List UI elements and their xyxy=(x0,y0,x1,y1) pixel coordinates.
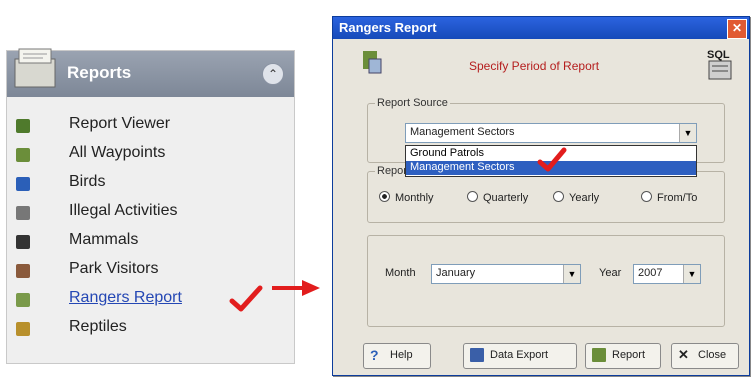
sidebar-item-rangers-report[interactable]: Rangers Report xyxy=(7,285,294,313)
sidebar-item-mammals[interactable]: Mammals xyxy=(7,229,294,255)
sidebar-item-label: Reptiles xyxy=(69,318,127,335)
data-export-button-label: Data Export xyxy=(490,349,549,361)
close-icon[interactable]: ✕ xyxy=(727,19,747,39)
sidebar-item-label: Report Viewer xyxy=(69,115,171,132)
dialog-titlebar[interactable]: Rangers Report ✕ xyxy=(333,17,749,39)
chevron-down-icon[interactable]: ▼ xyxy=(679,124,696,142)
month-label: Month xyxy=(385,267,416,279)
radio-label: Monthly xyxy=(395,192,434,204)
report-source-value: Management Sectors xyxy=(410,126,515,138)
year-select[interactable]: 2007 ▼ xyxy=(633,264,701,284)
help-button[interactable]: ? Help xyxy=(363,343,431,369)
reports-folder-icon xyxy=(14,48,56,88)
floppy-disk-icon xyxy=(470,348,484,362)
chevron-down-icon[interactable]: ▼ xyxy=(563,265,580,283)
park-visitors-icon xyxy=(16,264,30,278)
help-icon: ? xyxy=(370,347,379,363)
radio-label: Quarterly xyxy=(483,192,529,204)
radio-from-to[interactable]: From/To xyxy=(641,191,697,204)
radio-quarterly[interactable]: Quarterly xyxy=(467,191,528,204)
dialog-footer: ? Help Data Export Report ✕ Close xyxy=(333,337,749,375)
data-export-button[interactable]: Data Export xyxy=(463,343,577,369)
sidebar-item-label: Park Visitors xyxy=(69,260,159,277)
sidebar-item-label: All Waypoints xyxy=(69,144,166,161)
year-value: 2007 xyxy=(638,267,663,279)
radio-yearly[interactable]: Yearly xyxy=(553,191,599,204)
report-source-select[interactable]: Management Sectors ▼ xyxy=(405,123,697,143)
sidebar-item-report-viewer[interactable]: Report Viewer xyxy=(7,113,294,139)
close-button[interactable]: ✕ Close xyxy=(671,343,739,369)
svg-text:SQL: SQL xyxy=(707,49,730,61)
sidebar-item-birds[interactable]: Birds xyxy=(7,171,294,197)
sidebar-item-label: Mammals xyxy=(69,231,139,248)
help-button-label: Help xyxy=(390,349,413,361)
radio-dot-icon xyxy=(379,191,390,202)
illegal-activities-icon xyxy=(16,206,30,220)
sql-icon: SQL xyxy=(707,49,732,80)
radio-monthly[interactable]: Monthly xyxy=(379,191,434,204)
radio-label: Yearly xyxy=(569,192,600,204)
radio-dot-icon xyxy=(553,191,564,202)
waypoints-icon xyxy=(16,148,30,162)
year-label: Year xyxy=(599,267,622,279)
header-text: Specify Period of Report xyxy=(469,59,600,73)
sidebar-item-illegal-activities[interactable]: Illegal Activities xyxy=(7,200,294,226)
sidebar-item-label: Birds xyxy=(69,173,106,190)
radio-dot-icon xyxy=(641,191,652,202)
birds-icon xyxy=(16,177,30,191)
rangers-report-dialog: Rangers Report ✕ Specify Period of Repor… xyxy=(332,16,750,376)
panel-title: Reports xyxy=(67,63,132,82)
dialog-title: Rangers Report xyxy=(339,20,437,35)
report-button[interactable]: Report xyxy=(585,343,661,369)
mammals-icon xyxy=(16,235,30,249)
checkmark-icon xyxy=(537,147,567,172)
sidebar-item-label: Illegal Activities xyxy=(69,202,178,219)
close-button-label: Close xyxy=(698,349,727,361)
report-source-legend: Report Source xyxy=(375,97,450,109)
report-icon xyxy=(592,348,606,362)
month-select[interactable]: January ▼ xyxy=(431,264,581,284)
sidebar-item-park-visitors[interactable]: Park Visitors xyxy=(7,258,294,284)
radio-dot-icon xyxy=(467,191,478,202)
sidebar-item-label[interactable]: Rangers Report xyxy=(69,289,182,307)
chevron-up-icon[interactable]: ⌃ xyxy=(262,63,284,85)
reports-panel: Reports ⌃ Report Viewer All Waypoints Bi… xyxy=(6,48,295,364)
report-header-icon xyxy=(363,51,382,74)
sidebar-item-reptiles[interactable]: Reptiles xyxy=(7,316,294,342)
month-value: January xyxy=(436,267,476,279)
arrow-right-icon xyxy=(272,280,320,296)
sidebar-item-all-waypoints[interactable]: All Waypoints xyxy=(7,142,294,168)
reptiles-icon xyxy=(16,322,30,336)
radio-label: From/To xyxy=(657,192,698,204)
reports-panel-header[interactable]: Reports ⌃ xyxy=(7,48,294,97)
report-button-label: Report xyxy=(612,349,646,361)
checkmark-icon xyxy=(229,285,263,312)
close-icon: ✕ xyxy=(678,347,689,362)
rangers-report-icon xyxy=(16,293,30,307)
chevron-down-icon[interactable]: ▼ xyxy=(683,265,700,283)
report-viewer-icon xyxy=(16,119,30,133)
